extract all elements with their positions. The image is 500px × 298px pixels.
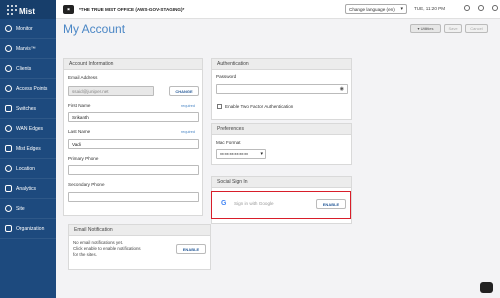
site-icon — [5, 205, 12, 212]
account-information-panel: Account Information Email Address ssaid@… — [63, 58, 203, 216]
sidebar-item-access-points[interactable]: Access Points — [0, 79, 56, 99]
sidebar-item-label: Mist Edges — [16, 145, 41, 152]
first-name-field[interactable]: Srikanth — [68, 112, 199, 122]
sidebar-item-clients[interactable]: Clients — [0, 59, 56, 79]
authentication-panel: Authentication Password ◉ Enable Two Fac… — [211, 58, 352, 120]
sidebar-item-marvis[interactable]: Marvis™ — [0, 39, 56, 59]
sidebar-item-analytics[interactable]: Analytics — [0, 179, 56, 199]
enable-notifications-button[interactable]: ENABLE — [176, 244, 206, 254]
email-label: Email Address — [68, 75, 98, 80]
chevron-down-icon: ▾ — [400, 6, 403, 12]
panel-heading: Authentication — [212, 59, 351, 70]
sidebar-item-label: Monitor — [16, 25, 33, 32]
last-name-field[interactable]: Vadi — [68, 139, 199, 149]
required-indicator: required — [181, 104, 195, 108]
sidebar-item-label: Location — [16, 165, 35, 172]
chat-support-icon[interactable] — [480, 282, 493, 293]
eye-icon[interactable]: ◉ — [340, 86, 344, 92]
top-bar: ▣ *THE TRUE MIST OFFICE (AWS-GOV-STAGING… — [56, 0, 500, 19]
switch-icon — [5, 105, 12, 112]
sidebar-item-switches[interactable]: Switches — [0, 99, 56, 119]
save-button[interactable]: Save — [444, 24, 462, 33]
location-pin-icon — [5, 165, 12, 172]
sidebar-item-location[interactable]: Location — [0, 159, 56, 179]
mist-logo-icon — [7, 4, 17, 15]
sidebar-item-label: Access Points — [16, 85, 48, 92]
sidebar-item-site[interactable]: Site — [0, 199, 56, 219]
mac-format-label: Mac Format — [216, 140, 241, 145]
panel-heading: Account Information — [64, 59, 202, 70]
access-point-icon — [5, 85, 12, 92]
panel-heading: Email Notification — [69, 225, 210, 236]
sidebar-item-label: Analytics — [16, 185, 37, 192]
marvis-icon — [5, 45, 12, 52]
sidebar-item-monitor[interactable]: Monitor — [0, 19, 56, 39]
clients-icon — [5, 65, 12, 72]
org-name[interactable]: *THE TRUE MIST OFFICE (AWS-GOV-STAGING)* — [79, 7, 184, 12]
language-select[interactable]: Change language (en) ▾ — [345, 4, 407, 14]
monitor-icon — [5, 25, 12, 32]
panel-heading: Preferences — [212, 124, 351, 135]
mist-logo[interactable]: Mist — [0, 0, 56, 19]
sidebar-item-label: Site — [16, 205, 25, 212]
password-field[interactable]: ◉ — [216, 84, 348, 94]
sidebar-item-label: Clients — [16, 65, 32, 72]
two-factor-checkbox[interactable] — [217, 104, 222, 109]
primary-phone-field[interactable] — [68, 165, 199, 175]
sidebar-item-mist-edges[interactable]: Mist Edges — [0, 139, 56, 159]
email-field: ssaid@juniper.net — [68, 86, 154, 96]
logo-text: Mist — [19, 7, 35, 16]
sidebar-item-label: Organization — [16, 225, 45, 232]
analytics-chart-icon — [5, 185, 12, 192]
panel-heading: Social Sign In — [212, 177, 351, 188]
user-icon[interactable] — [464, 5, 470, 11]
sidebar-item-label: WAN Edges — [16, 125, 44, 132]
change-email-button[interactable]: CHANGE — [169, 86, 199, 96]
secondary-phone-field[interactable] — [68, 192, 199, 202]
secondary-phone-label: Secondary Phone — [68, 182, 105, 187]
preferences-panel: Preferences Mac Format xx:xx:xx:xx:xx:xx… — [211, 123, 352, 165]
chevron-down-icon: ▾ — [260, 151, 263, 157]
page-title: My Account — [63, 22, 126, 36]
first-name-label: First Name — [68, 103, 91, 108]
sidebar: Mist Monitor Marvis™ Clients Access Poin… — [0, 0, 56, 298]
sidebar-item-wan-edges[interactable]: WAN Edges — [0, 119, 56, 139]
required-indicator: required — [181, 130, 195, 134]
two-factor-label: Enable Two Factor Authentication — [225, 104, 294, 109]
primary-phone-label: Primary Phone — [68, 156, 99, 161]
sidebar-item-organization[interactable]: Organization — [0, 219, 56, 239]
last-name-label: Last Name — [68, 129, 91, 134]
sidebar-item-label: Switches — [16, 105, 37, 112]
organization-icon — [5, 225, 12, 232]
help-icon[interactable] — [478, 5, 484, 11]
email-notification-panel: Email Notification No email notification… — [68, 224, 211, 270]
cancel-button[interactable]: Cancel — [465, 24, 488, 33]
wan-edge-icon — [5, 125, 12, 132]
language-select-value: Change language (en) — [349, 6, 395, 12]
sidebar-item-label: Marvis™ — [16, 45, 36, 52]
mac-format-select[interactable]: xx:xx:xx:xx:xx:xx ▾ — [216, 149, 266, 159]
utilities-button[interactable]: ▾ Utilities — [410, 24, 441, 33]
highlight-box — [211, 191, 351, 219]
clock-time: TUE, 11:20 PM — [414, 6, 446, 11]
mist-edge-icon — [5, 145, 12, 152]
notification-text-line: for the sites. — [73, 252, 97, 257]
site-badge-icon: ▣ — [63, 4, 74, 14]
mac-format-value: xx:xx:xx:xx:xx:xx — [220, 152, 249, 156]
password-label: Password — [216, 74, 237, 79]
lightbulb-icon[interactable] — [492, 5, 498, 11]
